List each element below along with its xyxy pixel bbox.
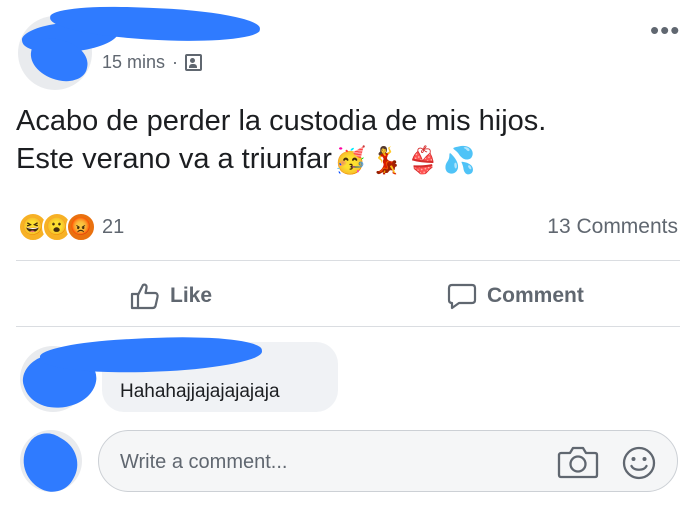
- meta-separator: ·: [172, 52, 179, 72]
- comment-text: Hahahajjajajajajaja: [120, 381, 280, 402]
- divider-bottom: [16, 326, 680, 327]
- reactions-summary[interactable]: 😆 😮 😡 21: [18, 212, 124, 242]
- post-body: Acabo de perder la custodia de mis hijos…: [16, 102, 696, 178]
- bikini-emoji: 👙: [406, 145, 440, 176]
- post-timestamp[interactable]: 15 mins: [102, 52, 165, 73]
- comments-count-link[interactable]: 13 Comments: [547, 215, 678, 239]
- friends-icon[interactable]: [185, 54, 203, 71]
- post-text-line1: Acabo de perder la custodia de mis hijos…: [16, 105, 547, 137]
- camera-icon[interactable]: [557, 444, 599, 480]
- censor-scribble-user-avatar: [12, 425, 88, 501]
- post-meta: 15 mins ·: [102, 52, 203, 73]
- comment-bubble-icon: [447, 283, 477, 310]
- partying-face-emoji: 🥳: [333, 145, 367, 176]
- reaction-count[interactable]: 21: [102, 216, 124, 239]
- sweat-droplets-emoji: 💦: [443, 145, 476, 176]
- divider-top: [16, 260, 680, 261]
- comment-label: Comment: [487, 284, 584, 307]
- emoji-smile-icon[interactable]: [620, 444, 658, 482]
- comment-input-placeholder: Write a comment...: [120, 451, 288, 473]
- comment-button[interactable]: Comment: [447, 282, 584, 310]
- like-button[interactable]: Like: [130, 282, 212, 310]
- post-emojis: 🥳 💃 👙 💦: [334, 146, 476, 174]
- post-text-line2: Este verano va a triunfar: [16, 143, 332, 175]
- angry-reaction-icon: 😡: [66, 212, 96, 242]
- dancer-emoji: 💃: [370, 145, 403, 176]
- more-horizontal-icon[interactable]: •••: [650, 17, 680, 43]
- like-label: Like: [170, 284, 213, 307]
- post-text-line2-wrap: Este verano va a triunfar 🥳 💃 👙 💦: [16, 140, 696, 178]
- thumbs-up-icon: [130, 283, 159, 310]
